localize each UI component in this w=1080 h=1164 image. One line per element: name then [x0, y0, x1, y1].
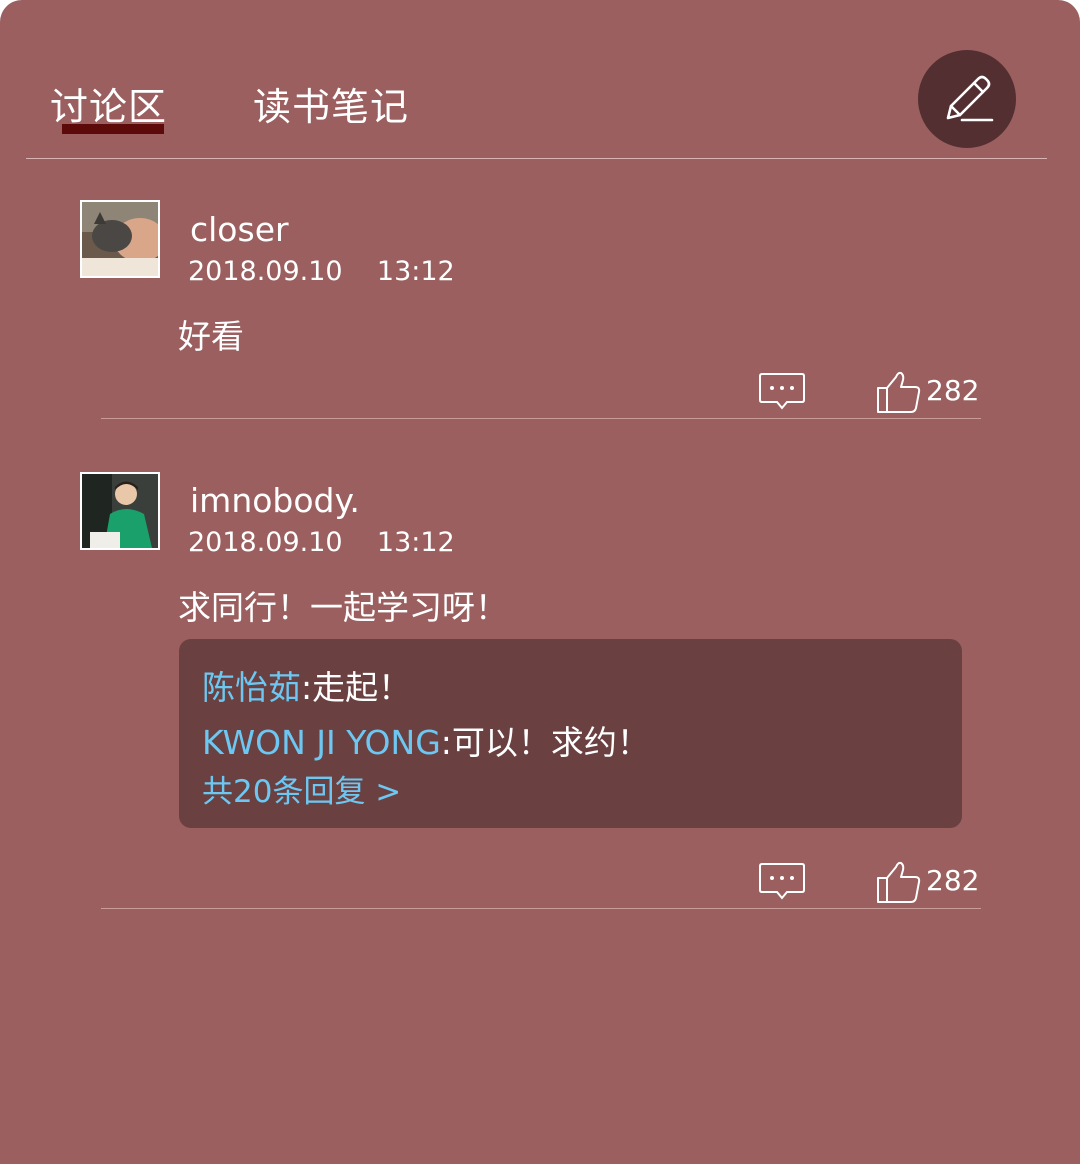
comment-divider: [101, 418, 981, 419]
reply-button[interactable]: [758, 861, 806, 903]
reply-item: 陈怡茹:走起！: [202, 661, 411, 709]
reply-text: :可以！求约！: [440, 723, 650, 762]
discussion-panel: 讨论区 读书笔记 closer 2018.09.10 13:12 好看 282 …: [0, 0, 1080, 1164]
like-button[interactable]: 282: [876, 860, 986, 904]
like-button[interactable]: 282: [876, 370, 986, 414]
write-button[interactable]: [918, 50, 1016, 148]
tab-divider: [26, 158, 1047, 159]
reply-author[interactable]: 陈怡茹: [202, 668, 301, 707]
comment-username[interactable]: closer: [190, 210, 289, 249]
avatar[interactable]: [80, 472, 160, 550]
active-tab-indicator: [62, 124, 164, 134]
reply-text: :走起！: [301, 668, 412, 707]
pencil-icon: [946, 75, 994, 122]
view-all-replies-link[interactable]: 共20条回复 >: [202, 766, 401, 811]
chat-bubble-icon: [759, 373, 805, 410]
thumbs-up-icon: [877, 371, 921, 413]
avatar[interactable]: [80, 200, 160, 278]
thumbs-up-icon: [877, 861, 921, 903]
comment-divider: [101, 908, 981, 909]
comment-datetime: 2018.09.10 13:12: [188, 527, 455, 558]
reply-item: KWON JI YONG:可以！求约！: [202, 716, 650, 764]
replies-box: 陈怡茹:走起！ KWON JI YONG:可以！求约！ 共20条回复 >: [179, 639, 962, 828]
tab-reading-notes[interactable]: 读书笔记: [253, 76, 409, 131]
comment-datetime: 2018.09.10 13:12: [188, 256, 455, 287]
comment-text: 求同行！一起学习呀！: [178, 588, 508, 627]
like-count: 282: [926, 374, 980, 407]
comment-text: 好看: [178, 317, 244, 356]
reply-author[interactable]: KWON JI YONG: [202, 723, 441, 762]
tab-bar: 讨论区 读书笔记: [0, 0, 1080, 160]
reply-button[interactable]: [758, 371, 806, 413]
comment-username[interactable]: imnobody.: [190, 481, 360, 520]
chat-bubble-icon: [759, 863, 805, 900]
tab-discussion[interactable]: 讨论区: [50, 76, 167, 131]
like-count: 282: [926, 864, 980, 897]
